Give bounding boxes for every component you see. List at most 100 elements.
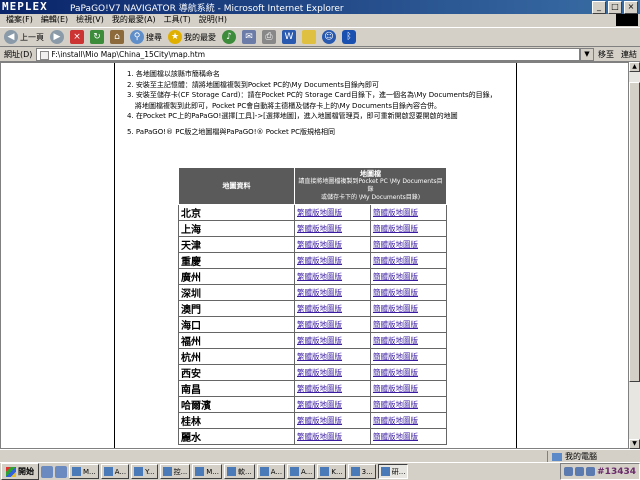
app-icon — [227, 467, 237, 476]
traditional-map-link[interactable]: 繁體版地圖版 — [297, 240, 342, 249]
simplified-map-cell: 簡體版地圖版 — [369, 284, 448, 301]
folder-button[interactable] — [302, 30, 316, 44]
taskbar-button[interactable]: 軟... — [224, 464, 255, 479]
menu-help[interactable]: 說明(H) — [199, 14, 227, 26]
tray-icon[interactable] — [575, 467, 585, 476]
table-row: 西安 繁體版地圖版 簡體版地圖版 — [178, 364, 448, 381]
table-row: 上海 繁體版地圖版 簡體版地圖版 — [178, 220, 448, 237]
table-row: 澳門 繁體版地圖版 簡體版地圖版 — [178, 300, 448, 317]
traditional-map-cell: 繁體版地圖版 — [294, 284, 371, 301]
simplified-map-link[interactable]: 簡體版地圖版 — [373, 416, 418, 425]
refresh-button[interactable]: ↻ — [90, 30, 104, 44]
go-button[interactable]: 移至 — [594, 49, 618, 60]
simplified-map-link[interactable]: 簡體版地圖版 — [373, 352, 418, 361]
traditional-map-cell: 繁體版地圖版 — [294, 380, 371, 397]
map-file-header-title: 地圖檔 — [360, 170, 381, 178]
simplified-map-link[interactable]: 簡體版地圖版 — [373, 400, 418, 409]
simplified-map-link[interactable]: 簡體版地圖版 — [373, 272, 418, 281]
scroll-thumb[interactable] — [629, 82, 640, 382]
traditional-map-link[interactable]: 繁體版地圖版 — [297, 256, 342, 265]
traditional-map-link[interactable]: 繁體版地圖版 — [297, 416, 342, 425]
messenger-button[interactable]: ☺ — [322, 30, 336, 44]
traditional-map-link[interactable]: 繁體版地圖版 — [297, 432, 342, 441]
simplified-map-link[interactable]: 簡體版地圖版 — [373, 304, 418, 313]
traditional-map-link[interactable]: 繁體版地圖版 — [297, 400, 342, 409]
app-icon — [72, 467, 81, 476]
traditional-map-link[interactable]: 繁體版地圖版 — [297, 320, 342, 329]
media-icon: ♪ — [222, 30, 236, 44]
app-icon — [162, 467, 172, 476]
traditional-map-link[interactable]: 繁體版地圖版 — [297, 208, 342, 217]
simplified-map-link[interactable]: 簡體版地圖版 — [373, 384, 418, 393]
menu-view[interactable]: 檢視(V) — [76, 14, 104, 26]
quick-launch-icon[interactable] — [41, 465, 53, 478]
table-row: 南昌 繁體版地圖版 簡體版地圖版 — [178, 380, 448, 397]
tray-icon[interactable] — [564, 467, 574, 476]
home-button[interactable]: ⌂ — [110, 30, 124, 44]
taskbar-button[interactable]: M... — [192, 464, 223, 479]
taskbar-button[interactable]: A... — [256, 464, 286, 479]
simplified-map-link[interactable]: 簡體版地圖版 — [373, 256, 418, 265]
forward-button[interactable]: ▶ — [50, 30, 64, 44]
quick-launch-icon[interactable] — [55, 465, 67, 478]
window-title: PaPaGO!V7 NAVIGATOR 導航系統 - Microsoft Int… — [70, 4, 344, 14]
star-icon: ★ — [168, 30, 182, 44]
address-input[interactable]: F:\install\Mio Map\China_15City\map.htm — [36, 47, 580, 61]
taskbar-button[interactable]: Y... — [131, 464, 158, 479]
close-button[interactable]: × — [624, 1, 638, 14]
taskbar-button[interactable]: 控... — [159, 464, 191, 479]
taskbar-button[interactable]: 3... — [347, 464, 376, 479]
tray-icon[interactable] — [586, 467, 596, 476]
simplified-map-link[interactable]: 簡體版地圖版 — [373, 208, 418, 217]
traditional-map-link[interactable]: 繁體版地圖版 — [297, 288, 342, 297]
address-dropdown-button[interactable]: ▼ — [580, 47, 594, 61]
menu-favorites[interactable]: 我的最愛(A) — [112, 14, 156, 26]
traditional-map-link[interactable]: 繁體版地圖版 — [297, 352, 342, 361]
favorites-button[interactable]: ★ 我的最愛 — [168, 30, 216, 44]
clock[interactable]: #13434 — [597, 467, 636, 477]
taskbar-button[interactable]: M... — [69, 464, 99, 479]
taskbar-button[interactable]: 研... — [377, 464, 409, 479]
bluetooth-button[interactable]: ᛒ — [342, 30, 356, 44]
back-button[interactable]: ◀ 上一頁 — [4, 30, 44, 44]
simplified-map-cell: 簡體版地圖版 — [369, 220, 448, 237]
scroll-down-button[interactable]: ▼ — [629, 439, 640, 449]
table-row: 海口 繁體版地圖版 簡體版地圖版 — [178, 316, 448, 333]
links-button[interactable]: 連結 — [618, 49, 640, 60]
traditional-map-link[interactable]: 繁體版地圖版 — [297, 272, 342, 281]
mail-button[interactable]: ✉ — [242, 30, 256, 44]
scroll-up-button[interactable]: ▲ — [629, 62, 640, 72]
taskbar-button[interactable]: K... — [317, 464, 346, 479]
menu-edit[interactable]: 編輯(E) — [41, 14, 68, 26]
traditional-map-cell: 繁體版地圖版 — [294, 220, 371, 237]
traditional-map-link[interactable]: 繁體版地圖版 — [297, 304, 342, 313]
traditional-map-link[interactable]: 繁體版地圖版 — [297, 336, 342, 345]
maximize-button[interactable]: □ — [608, 1, 622, 14]
simplified-map-cell: 簡體版地圖版 — [369, 348, 448, 365]
simplified-map-link[interactable]: 簡體版地圖版 — [373, 320, 418, 329]
print-button[interactable]: ⎙ — [262, 30, 276, 44]
simplified-map-link[interactable]: 簡體版地圖版 — [373, 368, 418, 377]
menu-tools[interactable]: 工具(T) — [164, 14, 191, 26]
taskbar-button[interactable]: A... — [287, 464, 316, 479]
table-row: 福州 繁體版地圖版 簡體版地圖版 — [178, 332, 448, 349]
stop-button[interactable]: × — [70, 30, 84, 44]
search-button[interactable]: ⚲ 搜尋 — [130, 30, 162, 44]
traditional-map-link[interactable]: 繁體版地圖版 — [297, 384, 342, 393]
start-button[interactable]: 開始 — [1, 463, 39, 480]
minimize-button[interactable]: _ — [592, 1, 606, 14]
media-button[interactable]: ♪ — [222, 30, 236, 44]
traditional-map-link[interactable]: 繁體版地圖版 — [297, 224, 342, 233]
simplified-map-link[interactable]: 簡體版地圖版 — [373, 224, 418, 233]
favorites-label: 我的最愛 — [184, 32, 216, 42]
instruction-line: 1. 各地圖檔以該縣市簡稱命名 — [127, 70, 220, 78]
menu-file[interactable]: 檔案(F) — [6, 14, 33, 26]
simplified-map-link[interactable]: 簡體版地圖版 — [373, 432, 418, 441]
simplified-map-link[interactable]: 簡體版地圖版 — [373, 240, 418, 249]
simplified-map-link[interactable]: 簡體版地圖版 — [373, 336, 418, 345]
traditional-map-link[interactable]: 繁體版地圖版 — [297, 368, 342, 377]
edit-button[interactable]: W — [282, 30, 296, 44]
taskbar-button[interactable]: A... — [100, 464, 130, 479]
vertical-scrollbar[interactable]: ▲ ▼ — [629, 62, 640, 449]
simplified-map-link[interactable]: 簡體版地圖版 — [373, 288, 418, 297]
